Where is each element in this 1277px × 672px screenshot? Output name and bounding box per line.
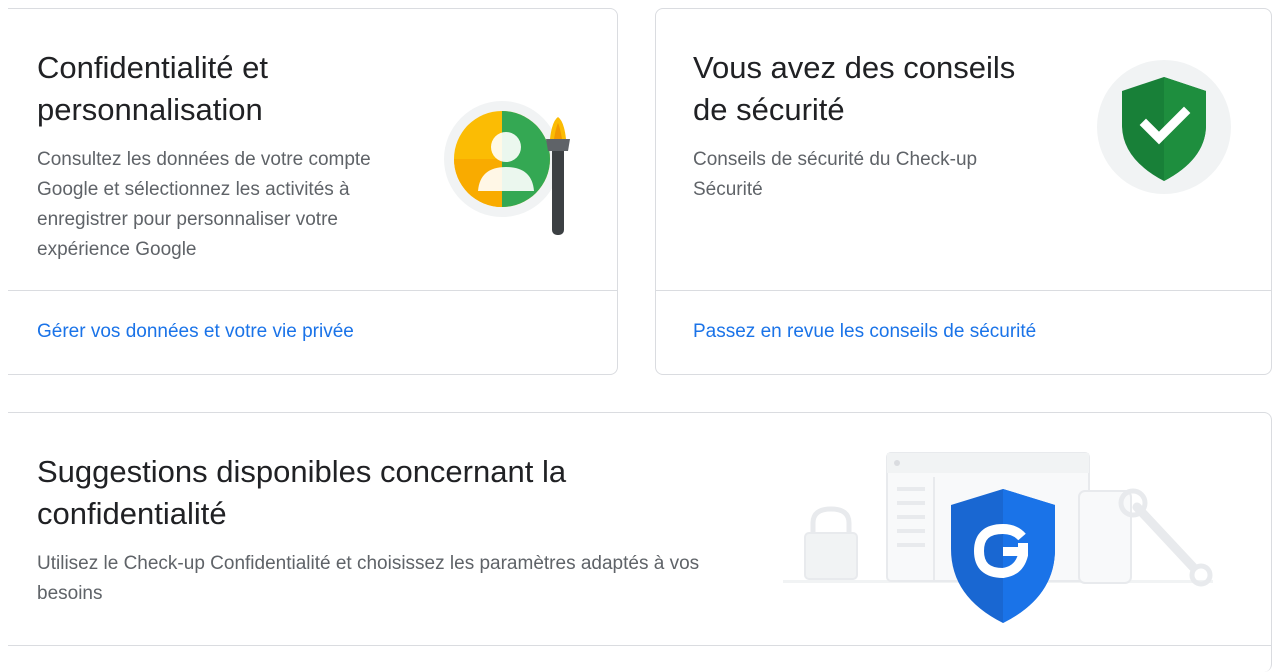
security-shield-check-icon [1097,60,1231,194]
privacy-suggestions-card: Suggestions disponibles concernant la co… [8,412,1272,672]
review-security-tips-link[interactable]: Passez en revue les conseils de sécurité [693,321,1036,343]
security-card-title: Vous avez des conseils de sécurité [693,50,1016,127]
google-shield-icon [783,452,1213,623]
suggestions-card-divider [8,645,1271,646]
privacy-card-divider [8,290,617,291]
security-card-description: Conseils de sécurité du Check-up Sécurit… [693,149,978,200]
suggestions-card-description: Utilisez le Check-up Confidentialité et … [37,553,700,604]
suggestions-card-title: Suggestions disponibles concernant la co… [37,454,567,531]
security-card-divider [656,290,1271,291]
manage-data-privacy-link[interactable]: Gérer vos données et votre vie privée [37,321,354,343]
privacy-card: Confidentialité et personnalisation Cons… [8,8,618,375]
security-card: Vous avez des conseils de sécurité Conse… [655,8,1272,375]
privacy-personalization-icon [444,101,570,235]
privacy-card-title: Confidentialité et personnalisation [37,50,268,127]
privacy-card-description: Consultez les données de votre compte Go… [37,149,371,260]
